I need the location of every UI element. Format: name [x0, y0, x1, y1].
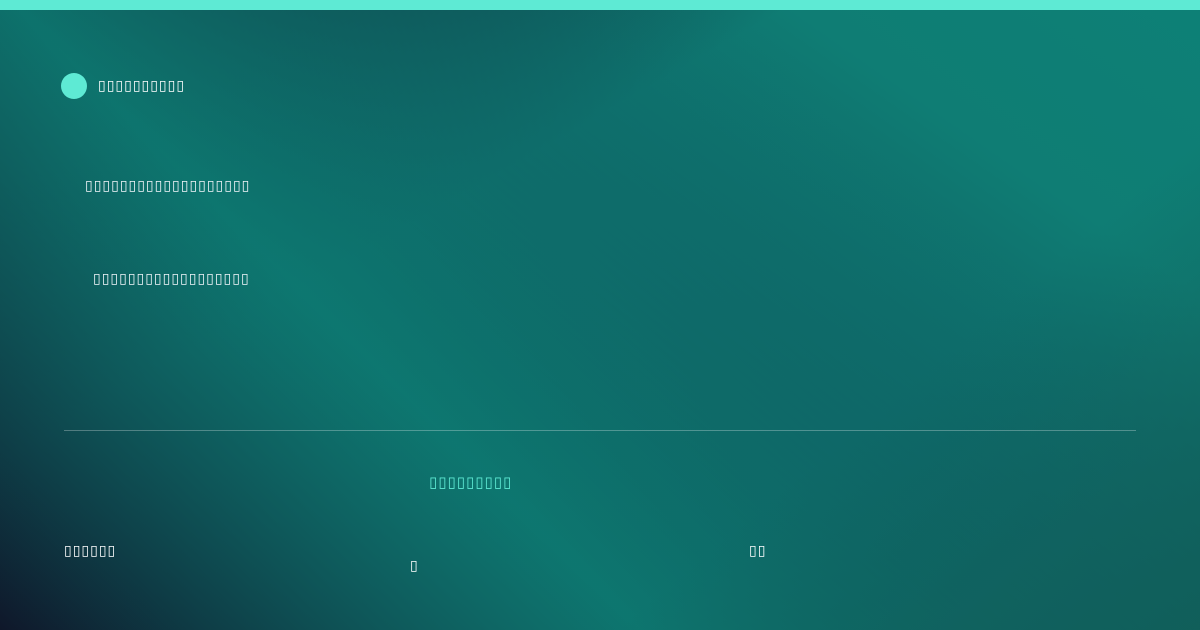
brand-name: ▯▯▯▯▯▯▯▯▯▯ [98, 78, 186, 94]
footer-middle-text: ▯ [410, 558, 418, 574]
accent-text: ▯▯▯▯▯▯▯▯▯ [429, 473, 513, 491]
brand: ▯▯▯▯▯▯▯▯▯▯ [61, 73, 185, 99]
headline-line-1: ▯▯▯▯▯▯▯▯▯▯▯▯▯▯▯▯▯▯▯ [85, 178, 251, 194]
top-accent-bar [0, 0, 1200, 10]
divider [64, 430, 1136, 431]
footer-right-text: ▯▯ [749, 543, 767, 559]
circle-logo-icon [61, 73, 87, 99]
footer-left-text: ▯▯▯▯▯▯ [64, 543, 117, 559]
headline-line-2: ▯▯▯▯▯▯▯▯▯▯▯▯▯▯▯▯▯▯ [93, 271, 250, 287]
share-card: ▯▯▯▯▯▯▯▯▯▯ ▯▯▯▯▯▯▯▯▯▯▯▯▯▯▯▯▯▯▯ ▯▯▯▯▯▯▯▯▯… [0, 0, 1200, 630]
